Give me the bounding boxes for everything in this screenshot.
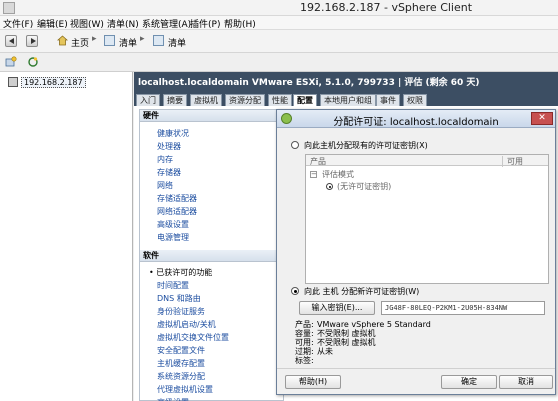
inventory-icon [104, 35, 115, 46]
tab-performance[interactable]: 性能 [268, 94, 292, 106]
enter-key-button[interactable]: 输入密钥(E)... [299, 301, 375, 315]
breadcrumb-inventory[interactable]: 清单 [119, 36, 137, 49]
info-expires-value: 从未 [317, 347, 333, 356]
forward-button[interactable] [26, 35, 38, 47]
tab-resource-allocation[interactable]: 资源分配 [225, 94, 265, 106]
column-product[interactable]: 产品 [310, 156, 326, 167]
menu-inventory[interactable]: 清单(N) [107, 17, 139, 30]
back-arrow-icon [9, 38, 14, 44]
tab-local-users[interactable]: 本地用户和组 [320, 94, 376, 106]
tab-strip: 入门 摘要 虚拟机 资源分配 性能 配置 本地用户和组 事件 权限 [134, 94, 558, 106]
nav-licensed-features-label: 已获许可的功能 [156, 268, 213, 277]
nav-licensed-features[interactable]: • 已获许可的功能 [149, 267, 212, 278]
nav-system-resource-allocation[interactable]: 系统资源分配 [157, 371, 205, 382]
nav-authentication-services[interactable]: 身份验证服务 [157, 306, 205, 317]
nav-agent-vm-settings[interactable]: 代理虚拟机设置 [157, 384, 213, 395]
title-bar: 192.168.2.187 - vSphere Client [0, 0, 558, 16]
home-icon [57, 35, 68, 46]
tree-host-label[interactable]: 192.168.2.187 [21, 76, 86, 88]
menu-plugins[interactable]: 插件(P) [190, 17, 220, 30]
tab-summary[interactable]: 摘要 [163, 94, 187, 106]
nav-advanced-settings-software[interactable]: 高级设置 [157, 397, 189, 401]
close-icon[interactable]: ✕ [531, 112, 553, 125]
app-icon [3, 2, 15, 14]
tab-virtual-machines[interactable]: 虚拟机 [190, 94, 222, 106]
nav-time-configuration[interactable]: 时间配置 [157, 280, 189, 291]
nav-vm-startup-shutdown[interactable]: 虚拟机启动/关机 [157, 319, 216, 330]
navigation-toolbar: 主页 ▸ 清单 ▸ 清单 [0, 30, 558, 53]
nav-host-cache-configuration[interactable]: 主机缓存配置 [157, 358, 205, 369]
evaluation-mode-row: 评估模式 [322, 170, 354, 179]
nav-security-profile[interactable]: 安全配置文件 [157, 345, 205, 356]
license-key-list[interactable]: 产品 可用 − 评估模式 (无许可证密钥) [305, 154, 549, 284]
hardware-section-header: 硬件 [140, 110, 283, 122]
forward-arrow-icon [31, 38, 36, 44]
license-key-field: JG48F-80LEQ-P2KM1-2U05H-834NW [381, 301, 545, 315]
new-vm-icon[interactable] [5, 56, 17, 68]
nav-health-status[interactable]: 健康状况 [157, 128, 189, 139]
tab-configuration[interactable]: 配置 [293, 94, 317, 106]
cancel-button[interactable]: 取消 [499, 375, 553, 389]
nav-storage-adapters[interactable]: 存储适配器 [157, 193, 197, 204]
license-list-header: 产品 可用 [306, 155, 548, 167]
collapse-icon[interactable]: − [310, 171, 317, 178]
dialog-divider [277, 368, 555, 369]
nav-memory[interactable]: 内存 [157, 154, 173, 165]
window-title: 192.168.2.187 - vSphere Client [300, 1, 473, 14]
dialog-title: 分配许可证: localhost.localdomain [333, 117, 499, 128]
help-button[interactable]: 帮助(H) [285, 375, 341, 389]
column-available[interactable]: 可用 [502, 156, 523, 167]
menu-edit[interactable]: 编辑(E) [37, 17, 68, 30]
nav-network-adapters[interactable]: 网络适配器 [157, 206, 197, 217]
tree-host-node[interactable]: 192.168.2.187 [8, 76, 86, 88]
assign-existing-key-label[interactable]: 向此主机分配现有的许可证密钥(X) [304, 140, 428, 151]
nav-advanced-settings[interactable]: 高级设置 [157, 219, 189, 230]
action-toolbar [0, 53, 558, 72]
host-header-title: localhost.localdomain VMware ESXi, 5.1.0… [138, 78, 480, 88]
assign-new-key-label[interactable]: 向此 主机 分配新许可证密钥(W) [304, 286, 419, 297]
inventory-tree: 192.168.2.187 [0, 72, 133, 401]
tab-permissions[interactable]: 权限 [403, 94, 427, 106]
software-section-header: 软件 [140, 250, 283, 262]
refresh-icon[interactable] [27, 56, 39, 68]
ok-button[interactable]: 确定 [441, 375, 497, 389]
back-button[interactable] [5, 35, 17, 47]
nav-networking[interactable]: 网络 [157, 180, 173, 191]
info-label: 标签: [295, 355, 317, 366]
host-header: localhost.localdomain VMware ESXi, 5.1.0… [134, 72, 558, 94]
host-icon [8, 77, 18, 87]
configuration-nav: 硬件 健康状况 处理器 内存 存储器 网络 存储适配器 网络适配器 高级设置 电… [139, 109, 284, 401]
menu-view[interactable]: 视图(W) [70, 17, 104, 30]
nav-power-management[interactable]: 电源管理 [157, 232, 189, 243]
breadcrumb-inventory-2[interactable]: 清单 [168, 36, 186, 49]
assign-new-key-radio[interactable] [291, 287, 299, 295]
no-key-radio[interactable] [326, 183, 333, 190]
no-license-key-row: (无许可证密钥) [337, 182, 392, 191]
assign-license-dialog: 分配许可证: localhost.localdomain ✕ 向此主机分配现有的… [276, 109, 556, 395]
menu-file[interactable]: 文件(F) [3, 17, 33, 30]
menu-help[interactable]: 帮助(H) [224, 17, 256, 30]
inventory-icon [153, 35, 164, 46]
menu-administration[interactable]: 系统管理(A) [142, 17, 191, 30]
breadcrumb-separator-icon: ▸ [140, 34, 145, 44]
nav-dns-routing[interactable]: DNS 和路由 [157, 293, 201, 304]
dialog-title-bar: 分配许可证: localhost.localdomain ✕ [277, 110, 555, 128]
tab-getting-started[interactable]: 入门 [136, 94, 160, 106]
breadcrumb-separator-icon: ▸ [92, 34, 97, 44]
nav-storage[interactable]: 存储器 [157, 167, 181, 178]
nav-processors[interactable]: 处理器 [157, 141, 181, 152]
menu-bar: 文件(F) 编辑(E) 视图(W) 清单(N) 系统管理(A) 插件(P) 帮助… [0, 16, 558, 30]
info-label-key: 标签: [295, 356, 314, 365]
tab-events[interactable]: 事件 [376, 94, 400, 106]
nav-vm-swapfile-location[interactable]: 虚拟机交换文件位置 [157, 332, 229, 343]
breadcrumb-home[interactable]: 主页 [71, 36, 89, 49]
assign-existing-key-radio[interactable] [291, 141, 299, 149]
